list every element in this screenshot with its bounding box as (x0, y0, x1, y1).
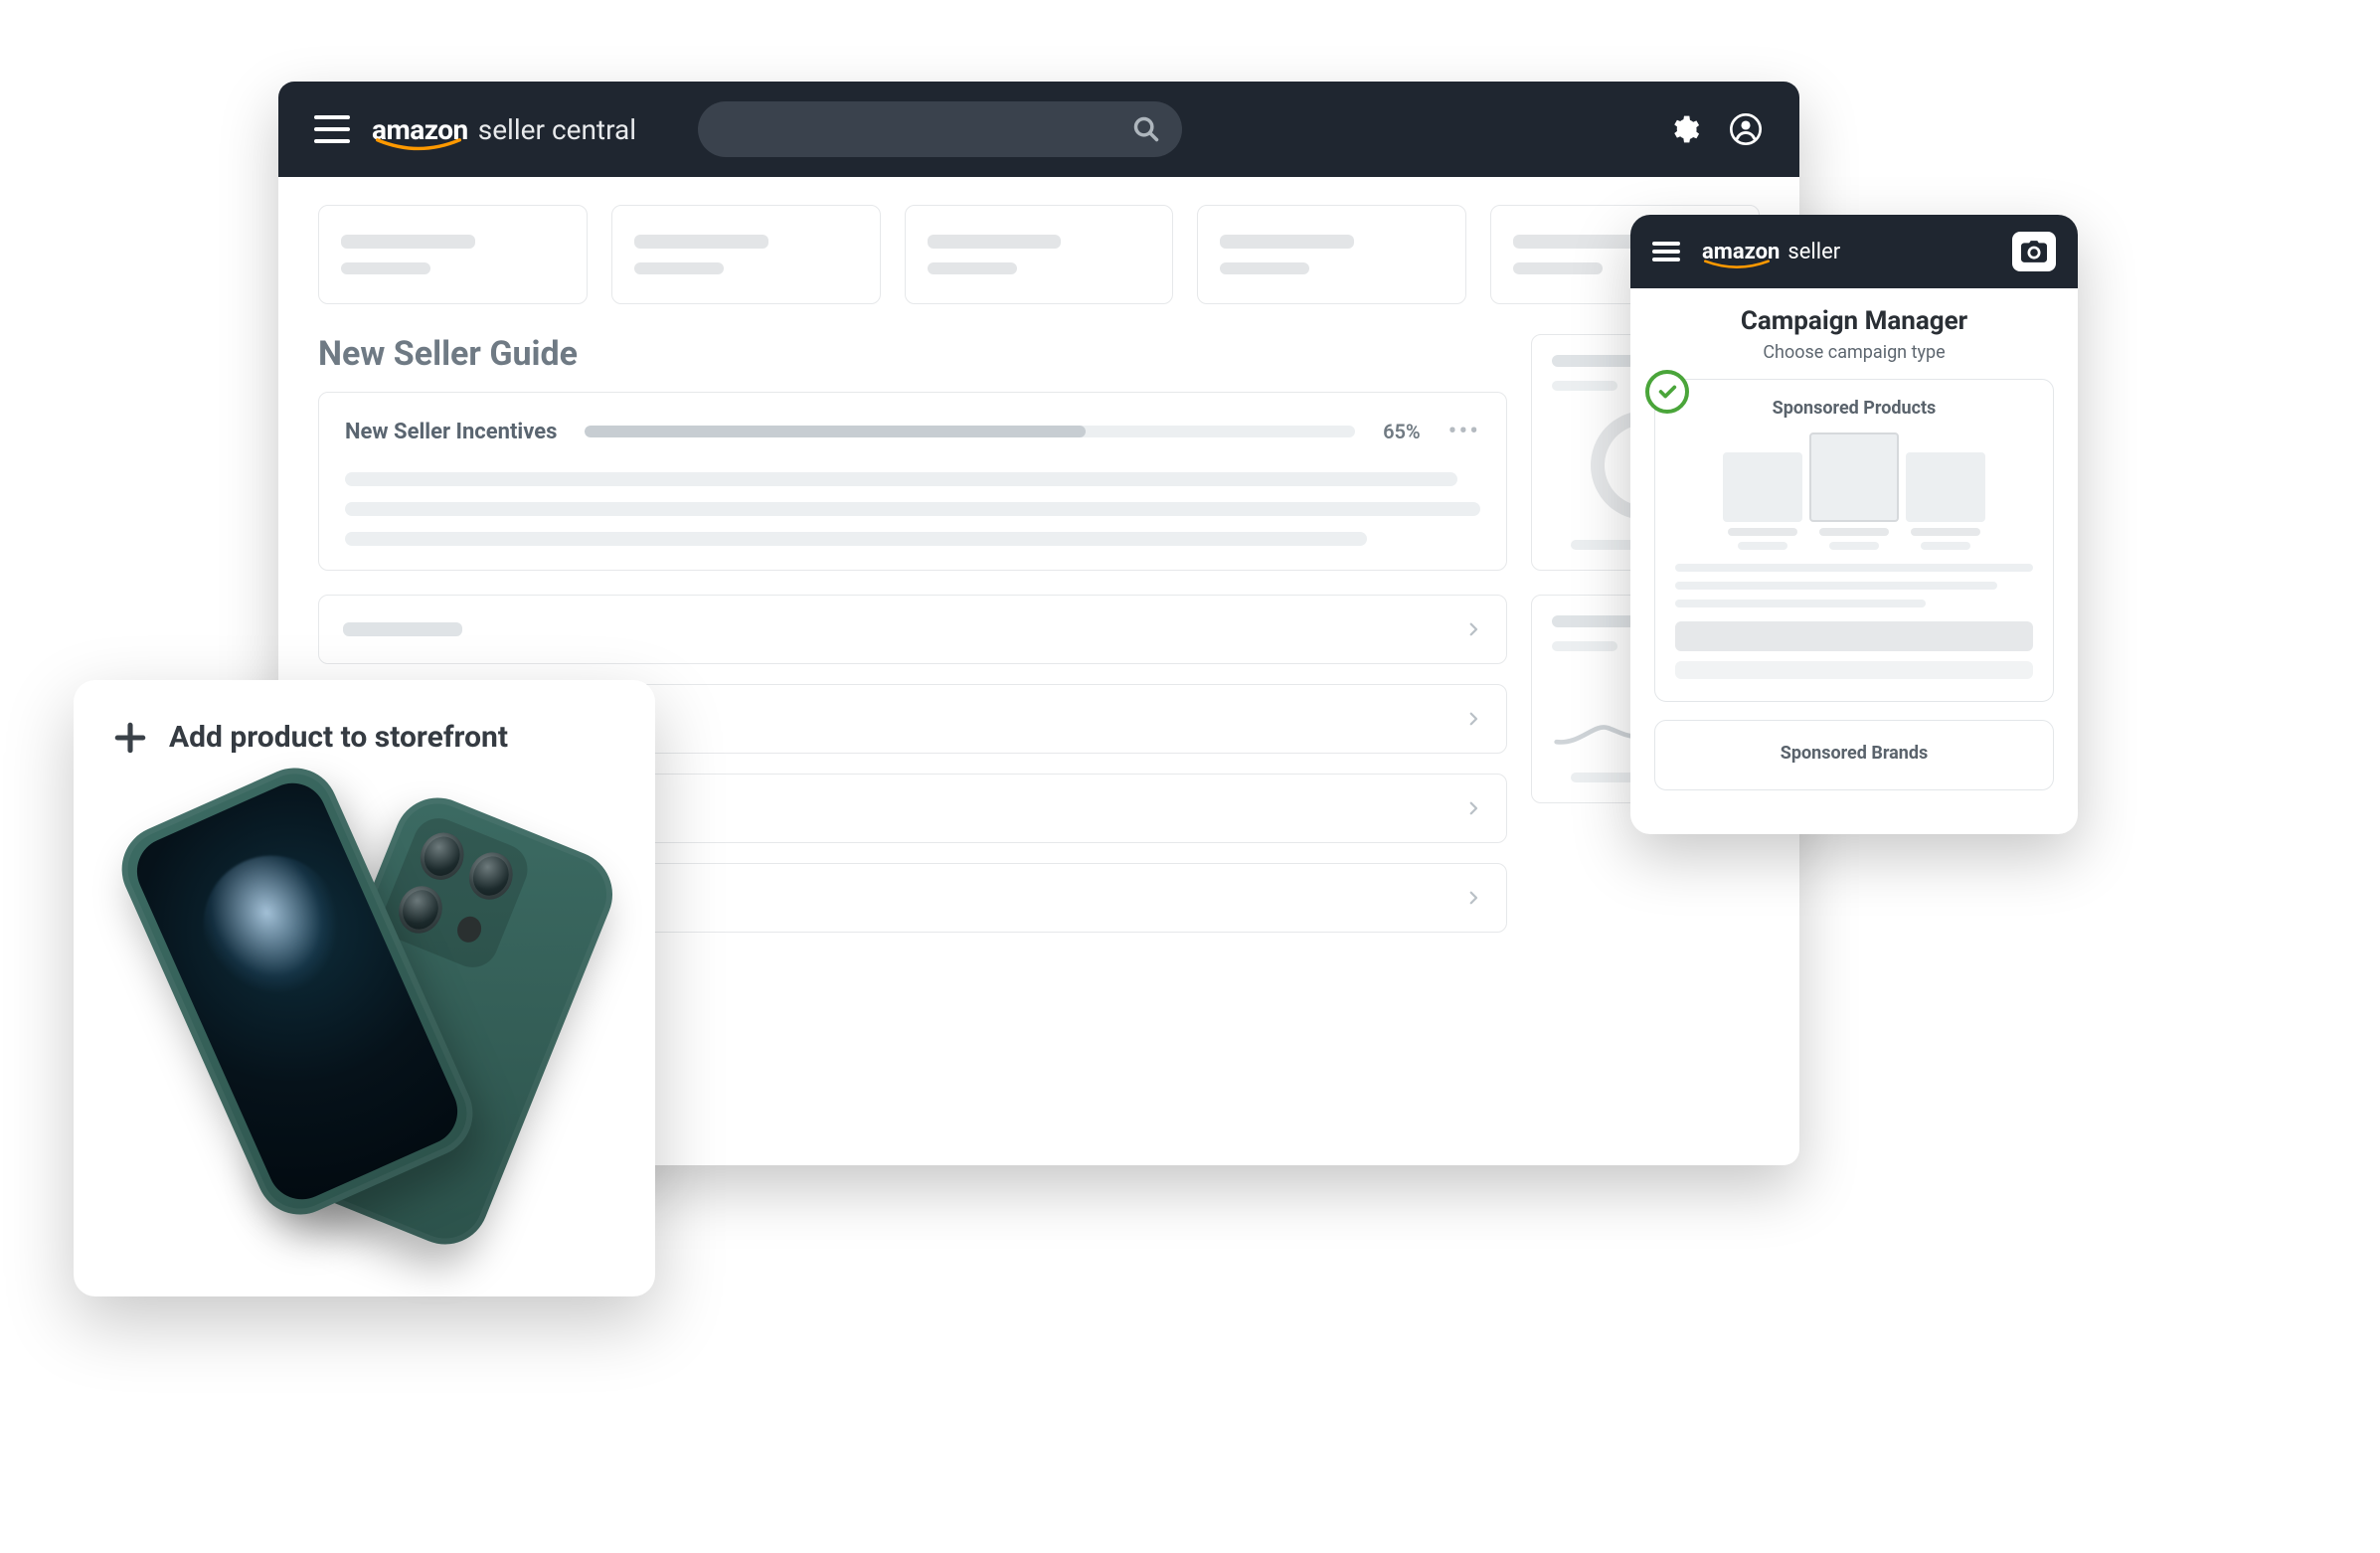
user-circle-icon (1730, 113, 1762, 145)
plus-icon[interactable] (113, 721, 147, 755)
summary-tab[interactable] (611, 205, 881, 304)
account-button[interactable] (1728, 111, 1764, 147)
amazon-logo-text: amazon (1702, 240, 1780, 264)
summary-tabs (278, 177, 1799, 304)
menu-icon[interactable] (1652, 242, 1680, 261)
summary-tab[interactable] (1197, 205, 1466, 304)
more-menu-icon[interactable]: ••• (1448, 417, 1480, 446)
description-placeholder (345, 472, 1480, 546)
camera-button[interactable] (2012, 232, 2056, 271)
brand-suffix: seller central (478, 113, 636, 146)
chevron-right-icon (1464, 799, 1482, 817)
campaign-manager-panel: amazon seller Campaign Manager Choose ca… (1630, 215, 2078, 834)
search-input[interactable] (698, 101, 1182, 157)
check-circle-icon (1645, 370, 1689, 414)
primary-placeholder-button[interactable] (1675, 621, 2033, 651)
campaign-type-sponsored-products[interactable]: Sponsored Products (1654, 379, 2054, 702)
product-thumbnails (1675, 432, 2033, 550)
brand: amazon seller central (372, 113, 636, 146)
chevron-right-icon (1464, 620, 1482, 638)
mobile-brand: amazon seller (1702, 240, 1840, 264)
progress-bar (585, 426, 1355, 437)
chevron-right-icon (1464, 710, 1482, 728)
task-row[interactable] (318, 595, 1507, 664)
summary-tab[interactable] (318, 205, 588, 304)
add-product-card: Add product to storefront (74, 680, 655, 1296)
campaign-type-title: Sponsored Products (1675, 398, 2033, 419)
campaign-manager-title: Campaign Manager (1654, 306, 2054, 336)
topbar: amazon seller central (278, 82, 1799, 177)
settings-button[interactable] (1666, 111, 1702, 147)
product-image (113, 773, 615, 1230)
campaign-manager-subtitle: Choose campaign type (1654, 342, 2054, 363)
camera-icon (2021, 241, 2047, 262)
menu-icon[interactable] (314, 115, 350, 143)
progress-percent: 65% (1383, 420, 1421, 443)
gear-icon (1668, 113, 1700, 145)
search-icon (1132, 115, 1160, 143)
chevron-right-icon (1464, 889, 1482, 907)
incentives-card: New Seller Incentives 65% ••• (318, 392, 1507, 571)
mobile-topbar: amazon seller (1630, 215, 2078, 288)
section-title: New Seller Guide (318, 334, 1507, 374)
campaign-type-sponsored-brands[interactable]: Sponsored Brands (1654, 720, 2054, 790)
amazon-logo-text: amazon (372, 113, 468, 146)
summary-tab[interactable] (905, 205, 1174, 304)
campaign-type-title: Sponsored Brands (1675, 743, 2033, 764)
add-product-title: Add product to storefront (169, 720, 508, 755)
incentives-title: New Seller Incentives (345, 420, 557, 444)
brand-suffix: seller (1787, 240, 1840, 264)
